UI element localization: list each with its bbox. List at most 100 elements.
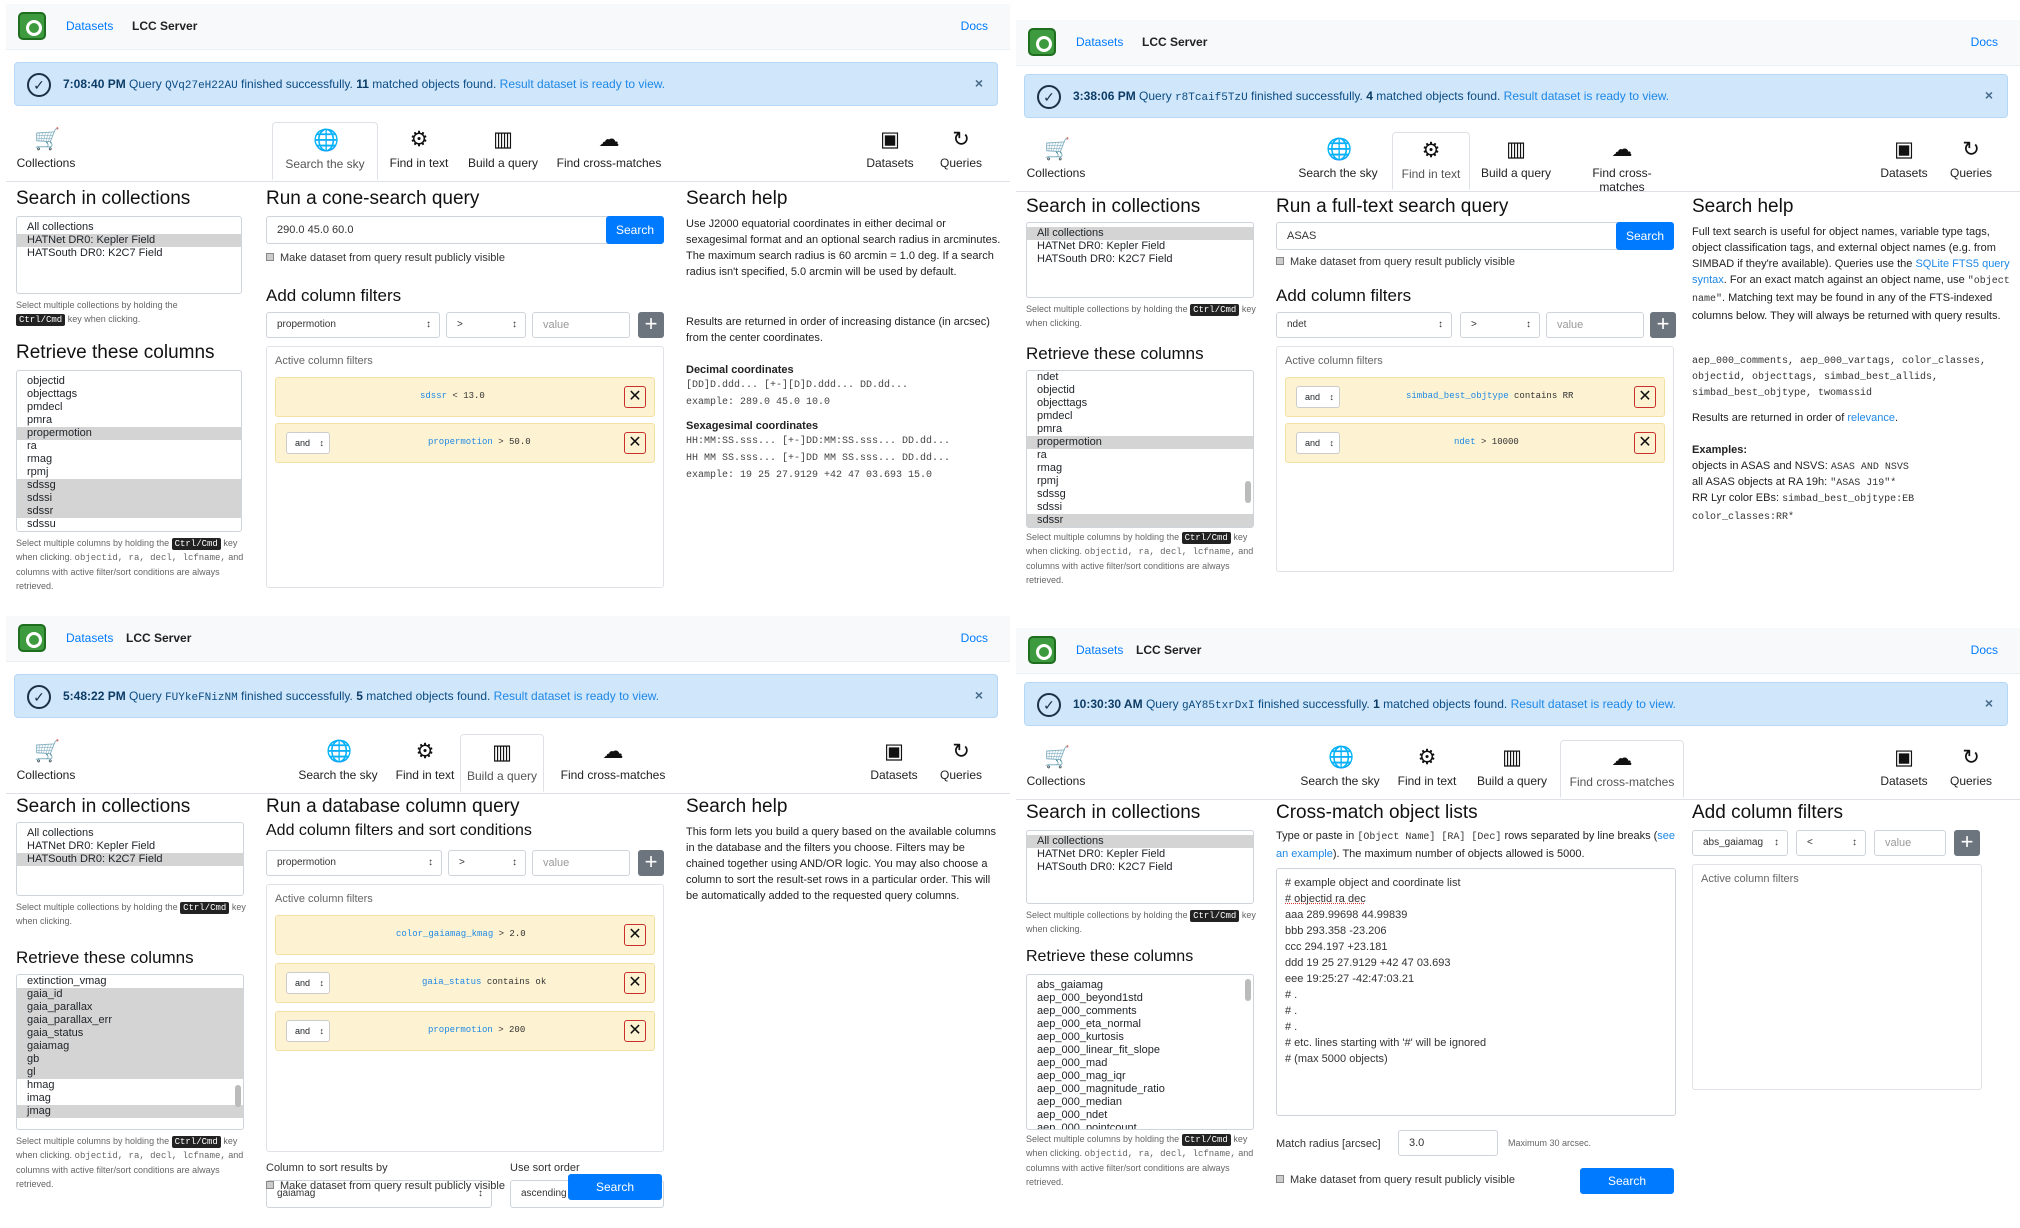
list-item[interactable]: objecttags xyxy=(17,388,241,401)
list-item[interactable]: aep_000_comments xyxy=(1027,1005,1253,1018)
remove-filter-button[interactable]: ✕ xyxy=(1634,386,1656,408)
close-icon[interactable]: × xyxy=(1985,695,1993,711)
list-item[interactable]: gaia_id xyxy=(17,988,243,1001)
list-item[interactable]: All collections xyxy=(17,221,241,234)
tab-build-query[interactable]: ▥ Build a query xyxy=(1472,740,1552,798)
nav-datasets-link[interactable]: Datasets xyxy=(1076,643,1123,657)
nav-brand[interactable]: LCC Server xyxy=(1136,643,1201,657)
columns-listbox[interactable]: ndet objectid objecttags pmdecl pmra pro… xyxy=(1026,370,1254,528)
checkbox-icon[interactable] xyxy=(266,1181,274,1189)
list-item[interactable]: sdssg xyxy=(1027,488,1253,501)
close-icon[interactable]: × xyxy=(1985,87,1993,103)
remove-filter-button[interactable]: ✕ xyxy=(624,432,646,454)
list-item[interactable]: aep_000_linear_fit_slope xyxy=(1027,1044,1253,1057)
lcc-logo-icon[interactable] xyxy=(18,12,46,40)
nav-docs-link[interactable]: Docs xyxy=(1971,643,1998,657)
list-item[interactable]: imag xyxy=(17,1092,243,1105)
filter-operator-select[interactable]: > xyxy=(448,850,526,876)
result-dataset-link[interactable]: Result dataset is ready to view. xyxy=(1504,89,1669,103)
list-item[interactable]: abs_gaiamag xyxy=(1027,979,1253,992)
collections-listbox[interactable]: All collections HATNet DR0: Kepler Field… xyxy=(1026,830,1254,904)
list-item[interactable]: sdssi xyxy=(1027,501,1253,514)
list-item[interactable]: sdssu xyxy=(17,518,241,531)
remove-filter-button[interactable]: ✕ xyxy=(624,386,646,408)
list-item[interactable]: HATNet DR0: Kepler Field xyxy=(1027,848,1253,861)
search-button[interactable]: Search xyxy=(1616,222,1674,250)
list-item[interactable]: gaiamag xyxy=(17,1040,243,1053)
result-dataset-link[interactable]: Result dataset is ready to view. xyxy=(500,77,665,91)
list-item[interactable]: extinction_vmag xyxy=(17,975,243,988)
filter-column-select[interactable]: abs_gaiamag xyxy=(1692,830,1788,856)
columns-listbox[interactable]: objectid objecttags pmdecl pmra propermo… xyxy=(16,370,242,532)
list-item[interactable]: All collections xyxy=(1027,835,1253,848)
list-item[interactable]: propermotion xyxy=(17,427,241,440)
scrollbar[interactable] xyxy=(1245,481,1251,503)
tab-collections[interactable]: 🛒 Collections xyxy=(1024,740,1088,798)
remove-filter-button[interactable]: ✕ xyxy=(1634,432,1656,454)
cone-search-input[interactable]: 290.0 45.0 60.0 xyxy=(266,216,610,244)
filter-column-select[interactable]: ndet xyxy=(1276,312,1452,338)
checkbox-icon[interactable] xyxy=(1276,257,1284,265)
list-item[interactable]: aep_000_pointcount xyxy=(1027,1122,1253,1129)
tab-queries[interactable]: ↻ Queries xyxy=(1946,132,1996,190)
lcc-logo-icon[interactable] xyxy=(1028,636,1056,664)
tab-find-text[interactable]: ⚙ Find in text xyxy=(1392,740,1462,798)
list-item[interactable]: ra xyxy=(1027,449,1253,462)
tab-find-text[interactable]: ⚙ Find in text xyxy=(386,122,452,180)
search-button[interactable]: Search xyxy=(1580,1168,1674,1194)
filter-operator-select[interactable]: < xyxy=(1796,830,1866,856)
list-item[interactable]: gl xyxy=(17,1066,243,1079)
tab-datasets[interactable]: ▣ Datasets xyxy=(868,734,920,792)
list-item[interactable]: HATNet DR0: Kepler Field xyxy=(17,840,243,853)
lcc-logo-icon[interactable] xyxy=(18,624,46,652)
tab-queries[interactable]: ↻ Queries xyxy=(936,734,986,792)
tab-datasets[interactable]: ▣ Datasets xyxy=(1878,132,1930,190)
result-dataset-link[interactable]: Result dataset is ready to view. xyxy=(494,689,659,703)
list-item[interactable]: hmag xyxy=(17,1079,243,1092)
add-filter-button[interactable]: + xyxy=(1954,830,1980,856)
lcc-logo-icon[interactable] xyxy=(1028,28,1056,56)
add-filter-button[interactable]: + xyxy=(638,312,664,338)
list-item[interactable]: gaia_parallax_err xyxy=(17,1014,243,1027)
list-item[interactable]: sdssr xyxy=(1027,514,1253,527)
filter-column-select[interactable]: propermotion xyxy=(266,312,440,338)
nav-docs-link[interactable]: Docs xyxy=(961,19,988,33)
list-item[interactable]: HATNet DR0: Kepler Field xyxy=(1027,240,1253,253)
tab-queries[interactable]: ↻ Queries xyxy=(936,122,986,180)
nav-brand[interactable]: LCC Server xyxy=(132,19,197,33)
list-item[interactable]: jmag xyxy=(17,1105,243,1118)
tab-cross-matches[interactable]: ☁ Find cross-matches xyxy=(1560,740,1684,798)
list-item[interactable]: HATSouth DR0: K2C7 Field xyxy=(17,853,243,866)
tab-cross-matches[interactable]: ☁ Find cross-matches xyxy=(554,122,664,180)
nav-datasets-link[interactable]: Datasets xyxy=(66,19,113,33)
checkbox-icon[interactable] xyxy=(1276,1175,1284,1183)
public-checkbox[interactable]: Make dataset from query result publicly … xyxy=(266,252,505,264)
tab-queries[interactable]: ↻ Queries xyxy=(1946,740,1996,798)
object-list-textarea[interactable]: # example object and coordinate list # ob… xyxy=(1276,868,1676,1116)
tab-datasets[interactable]: ▣ Datasets xyxy=(864,122,916,180)
public-checkbox[interactable]: Make dataset from query result publicly … xyxy=(1276,1174,1515,1186)
tab-search-sky[interactable]: 🌐 Search the sky xyxy=(288,734,388,792)
filter-value-input[interactable]: value xyxy=(532,850,630,876)
list-item[interactable]: rpmj xyxy=(17,466,241,479)
tab-collections[interactable]: 🛒 Collections xyxy=(14,122,78,180)
list-item[interactable]: HATSouth DR0: K2C7 Field xyxy=(1027,253,1253,266)
nav-docs-link[interactable]: Docs xyxy=(1971,35,1998,49)
list-item[interactable]: gb xyxy=(17,1053,243,1066)
list-item[interactable]: gaia_status xyxy=(17,1027,243,1040)
list-item[interactable]: aep_000_beyond1std xyxy=(1027,992,1253,1005)
list-item[interactable]: gaia_parallax xyxy=(17,1001,243,1014)
match-radius-input[interactable]: 3.0 xyxy=(1398,1130,1498,1156)
filter-operator-select[interactable]: > xyxy=(1460,312,1540,338)
checkbox-icon[interactable] xyxy=(266,253,274,261)
nav-datasets-link[interactable]: Datasets xyxy=(1076,35,1123,49)
list-item[interactable]: objectid xyxy=(17,375,241,388)
scrollbar[interactable] xyxy=(1245,979,1251,1001)
list-item[interactable]: sdssi xyxy=(17,492,241,505)
list-item[interactable]: sdssr xyxy=(17,505,241,518)
tab-build-query[interactable]: ▥ Build a query xyxy=(1478,132,1554,190)
add-filter-button[interactable]: + xyxy=(638,850,664,876)
list-item[interactable]: All collections xyxy=(17,827,243,840)
list-item[interactable]: pmra xyxy=(17,414,241,427)
tab-collections[interactable]: 🛒 Collections xyxy=(14,734,78,792)
